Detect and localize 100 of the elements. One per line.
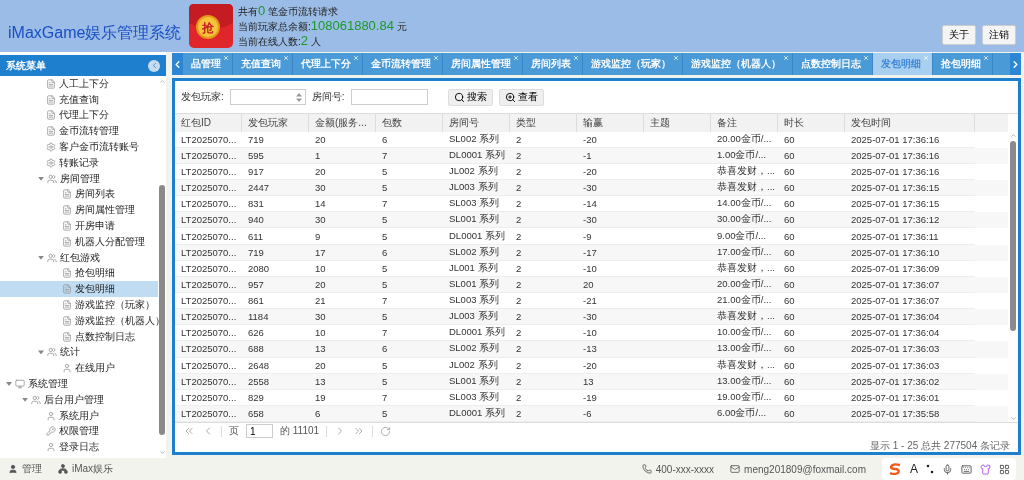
tree-group[interactable]: 后台用户管理	[0, 391, 158, 408]
tree-item[interactable]: 代理上下分	[0, 107, 158, 124]
expand-caret-icon[interactable]	[38, 176, 44, 181]
search-icon	[453, 91, 465, 103]
table-cell: 719	[242, 244, 309, 261]
close-icon[interactable]	[513, 55, 519, 61]
tree-group[interactable]: 房间管理	[0, 170, 158, 187]
column-header[interactable]: 输赢	[577, 114, 644, 132]
tree-item[interactable]: 抢包明细	[0, 265, 158, 282]
header-button[interactable]: 注销	[982, 25, 1016, 45]
dots-icon[interactable]	[926, 464, 934, 474]
table-cell: 2	[510, 260, 577, 277]
gears-icon	[46, 142, 56, 153]
zoom-in-icon	[504, 91, 516, 103]
scroll-down-icon[interactable]	[158, 449, 166, 456]
ime-letter[interactable]: A	[910, 462, 918, 476]
keyboard-icon[interactable]	[961, 463, 972, 475]
close-icon[interactable]	[983, 55, 989, 61]
shirt-icon[interactable]	[980, 463, 991, 475]
scroll-down-icon[interactable]	[1009, 415, 1017, 422]
table-cell: 2025-07-01 17:36:11	[845, 228, 975, 245]
page-icon	[46, 78, 56, 89]
tree-item[interactable]: 游戏监控（玩家）	[0, 297, 158, 313]
table-cell: SL002 系列	[443, 131, 510, 148]
tree-item[interactable]: 登录日志	[0, 439, 158, 456]
users-icon	[31, 394, 41, 405]
column-header[interactable]: 红包ID	[175, 114, 242, 132]
table-cell: 2025-07-01 17:36:16	[845, 147, 975, 164]
grid-icon[interactable]	[999, 463, 1010, 475]
page-icon	[62, 315, 72, 326]
expand-caret-icon[interactable]	[38, 350, 44, 355]
table-cell: 2025-07-01 17:36:01	[845, 389, 975, 406]
tree-item[interactable]: 权限管理	[0, 423, 158, 440]
tree-item[interactable]: 在线用户	[0, 360, 158, 377]
table-cell: 17.00金币/...	[711, 244, 778, 261]
close-icon[interactable]	[783, 55, 789, 61]
close-icon[interactable]	[283, 55, 289, 61]
spinner-arrows-icon[interactable]	[295, 92, 302, 102]
first-page-icon[interactable]	[183, 425, 195, 437]
tree-item[interactable]: 房间列表	[0, 186, 158, 203]
close-icon[interactable]	[863, 55, 869, 61]
email-text: meng201809@foxmail.com	[730, 463, 866, 475]
table-cell: 2	[510, 341, 577, 358]
tree-group[interactable]: 红包游戏	[0, 249, 158, 266]
tree-item[interactable]: 客户金币流转账号	[0, 139, 158, 155]
tree-item[interactable]: 房间属性管理	[0, 202, 158, 219]
column-header[interactable]: 时长	[778, 114, 845, 132]
table-scrollbar[interactable]	[1008, 132, 1018, 422]
tree-group[interactable]: 系统管理	[0, 376, 158, 392]
ime-logo-icon[interactable]	[888, 463, 902, 475]
close-icon[interactable]	[673, 55, 679, 61]
tree-item[interactable]: 开房申请	[0, 218, 158, 234]
table-cell: 2	[510, 131, 577, 148]
player-spin-field[interactable]	[229, 89, 306, 105]
tree-item[interactable]: 系统用户	[0, 407, 158, 424]
column-header[interactable]: 包数	[376, 114, 443, 132]
table-cell: 19.00金币/...	[711, 389, 778, 406]
column-header[interactable]: 发包时间	[845, 114, 975, 132]
view-button[interactable]: 查看	[498, 88, 544, 106]
column-header[interactable]: 备注	[711, 114, 778, 132]
tree-group[interactable]: 统计	[0, 344, 158, 361]
expand-caret-icon[interactable]	[22, 397, 28, 402]
table-cell: 2025-07-01 17:36:09	[845, 260, 975, 277]
close-icon[interactable]	[353, 55, 359, 61]
close-icon[interactable]	[923, 55, 929, 61]
expand-caret-icon[interactable]	[38, 255, 44, 260]
tree-item[interactable]: 金币流转管理	[0, 123, 158, 140]
table-cell: LT2025070...	[175, 131, 242, 148]
column-header[interactable]: 类型	[510, 114, 577, 132]
table-cell: 17	[309, 244, 376, 261]
tree-item[interactable]: 转账记录	[0, 155, 158, 171]
tree-item[interactable]: 点数控制日志	[0, 328, 158, 345]
user-icon	[62, 363, 72, 374]
tree-item[interactable]: 游戏监控（机器人）	[0, 312, 158, 329]
table-cell: 60	[778, 406, 845, 423]
search-button[interactable]: 搜索	[447, 88, 493, 106]
room-input-field[interactable]	[350, 89, 428, 105]
column-header[interactable]: 发包玩家	[242, 114, 309, 132]
column-header[interactable]: 主题	[644, 114, 711, 132]
table-cell: 1.00金币/...	[711, 147, 778, 164]
column-header[interactable]: 金额(服务...	[309, 114, 376, 132]
close-icon[interactable]	[573, 55, 579, 61]
tree-item[interactable]: 人工上下分	[0, 76, 158, 92]
tree-item[interactable]: 发包明细	[0, 281, 158, 298]
scroll-up-icon[interactable]	[1009, 132, 1017, 139]
expand-caret-icon[interactable]	[6, 382, 12, 387]
column-header[interactable]: 房间号	[443, 114, 510, 132]
close-icon[interactable]	[223, 55, 229, 61]
header-button[interactable]: 关于	[942, 25, 976, 45]
tree-item[interactable]: 充值查询	[0, 91, 158, 108]
scroll-up-icon[interactable]	[158, 78, 166, 85]
tree-item[interactable]: 机器人分配管理	[0, 233, 158, 250]
table-cell: 6	[376, 341, 443, 358]
table-cell: 恭喜发财，...	[711, 260, 778, 277]
microphone-icon[interactable]	[942, 463, 953, 475]
close-icon[interactable]	[433, 55, 439, 61]
table-cell: LT2025070...	[175, 260, 242, 277]
refresh-icon[interactable]	[380, 425, 392, 437]
collapse-icon[interactable]	[148, 59, 160, 72]
page-input[interactable]: 1	[246, 424, 273, 438]
